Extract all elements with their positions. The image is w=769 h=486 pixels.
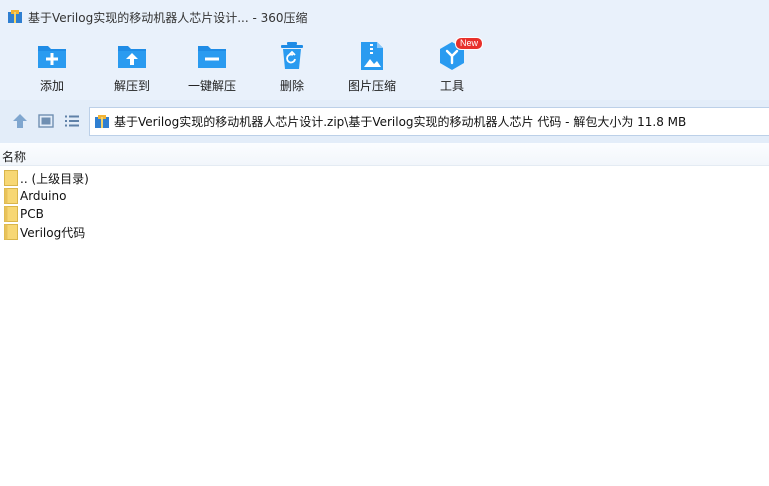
- one-click-extract-button[interactable]: 一键解压: [174, 40, 250, 96]
- folder-icon: [4, 188, 18, 204]
- file-list: .. (上级目录) Arduino PCB Verilog代码: [0, 169, 769, 241]
- recycle-bin-icon: [276, 40, 308, 72]
- image-compress-button[interactable]: 图片压缩: [334, 40, 410, 96]
- address-field[interactable]: 基于Verilog实现的移动机器人芯片设计.zip\基于Verilog实现的移动…: [89, 107, 769, 136]
- tools-button[interactable]: New 工具: [414, 37, 490, 96]
- tools-icon: New: [436, 37, 484, 72]
- delete-button[interactable]: 删除: [254, 40, 330, 96]
- list-item-label: Arduino: [20, 189, 67, 203]
- list-item-arduino[interactable]: Arduino: [0, 187, 769, 205]
- delete-label: 删除: [279, 79, 304, 93]
- one-click-extract-icon: [196, 40, 228, 72]
- column-header[interactable]: 名称: [0, 143, 769, 166]
- add-icon: [36, 40, 68, 72]
- list-item-label: Verilog代码: [20, 225, 86, 240]
- window-title: 基于Verilog实现的移动机器人芯片设计... - 360压缩: [28, 10, 308, 25]
- image-compress-label: 图片压缩: [347, 79, 396, 93]
- one-click-extract-label: 一键解压: [187, 79, 236, 93]
- folder-icon: [4, 206, 18, 222]
- add-label: 添加: [39, 79, 64, 93]
- address-path: 基于Verilog实现的移动机器人芯片设计.zip\基于Verilog实现的移动…: [114, 115, 687, 129]
- folder-icon: [4, 170, 18, 186]
- new-badge: New: [455, 37, 484, 50]
- list-item-verilog-code[interactable]: Verilog代码: [0, 223, 769, 241]
- list-item-parent-directory[interactable]: .. (上级目录): [0, 169, 769, 187]
- tools-label: 工具: [439, 79, 464, 93]
- add-button[interactable]: 添加: [14, 40, 90, 96]
- extract-to-label: 解压到: [113, 79, 150, 93]
- column-name-header[interactable]: 名称: [2, 148, 26, 165]
- list-item-label: .. (上级目录): [20, 171, 89, 186]
- view-thumbnail-icon[interactable]: [37, 113, 55, 129]
- toolbar: 添加 解压到 一键解压 删除 图片压缩 New 工具: [0, 34, 769, 100]
- list-item-pcb[interactable]: PCB: [0, 205, 769, 223]
- up-arrow-icon[interactable]: [11, 113, 29, 129]
- list-item-label: PCB: [20, 207, 44, 221]
- extract-to-button[interactable]: 解压到: [94, 40, 170, 96]
- zip-archive-icon: [95, 114, 109, 129]
- view-list-icon[interactable]: [63, 113, 81, 129]
- address-bar: 基于Verilog实现的移动机器人芯片设计.zip\基于Verilog实现的移动…: [0, 100, 769, 143]
- title-bar[interactable]: 基于Verilog实现的移动机器人芯片设计... - 360压缩: [0, 0, 769, 34]
- archive-app-icon: [8, 10, 22, 24]
- folder-icon: [4, 224, 18, 240]
- extract-to-icon: [116, 40, 148, 72]
- image-compress-icon: [356, 40, 388, 72]
